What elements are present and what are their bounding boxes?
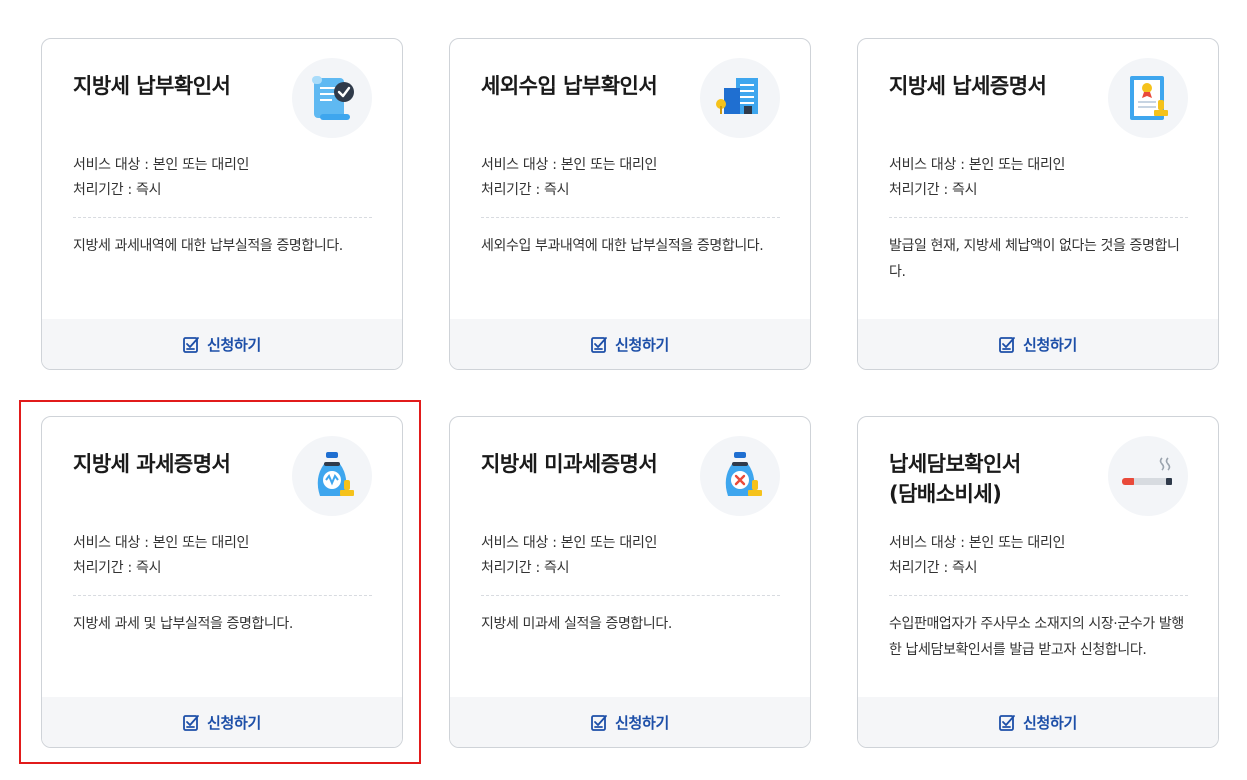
card-title: 지방세 미과세증명서 bbox=[481, 452, 658, 476]
service-card: 지방세 납세증명서 서비스 대상 : 본인 또는 대리인 처리기간 : 즉시 발… bbox=[857, 38, 1219, 370]
apply-button[interactable]: 신청하기 bbox=[42, 319, 402, 369]
processing-period: 처리기간 : 즉시 bbox=[889, 560, 978, 576]
processing-period: 처리기간 : 즉시 bbox=[481, 560, 570, 576]
edit-check-icon bbox=[591, 337, 607, 353]
edit-check-icon bbox=[591, 715, 607, 731]
service-card: 납세담보확인서 (담배소비세) 서비스 대상 : 본인 또는 대리인 처리기간 … bbox=[857, 416, 1219, 748]
card-title: 납세담보확인서 (담배소비세) bbox=[889, 452, 1021, 506]
apply-label: 신청하기 bbox=[614, 335, 669, 354]
apply-label: 신청하기 bbox=[206, 335, 261, 354]
service-target: 서비스 대상 : 본인 또는 대리인 bbox=[73, 157, 250, 173]
card-description: 수입판매업자가 주사무소 소재지의 시장·군수가 발행한 납세담보확인서를 발급… bbox=[889, 616, 1184, 658]
money-bag-x-icon bbox=[700, 436, 780, 516]
edit-check-icon bbox=[183, 337, 199, 353]
divider bbox=[73, 217, 372, 218]
card-description: 세외수입 부과내역에 대한 납부실적을 증명합니다. bbox=[481, 238, 764, 254]
certificate-icon bbox=[1108, 58, 1188, 138]
service-target: 서비스 대상 : 본인 또는 대리인 bbox=[889, 157, 1066, 173]
divider bbox=[481, 217, 780, 218]
apply-label: 신청하기 bbox=[1022, 713, 1077, 732]
service-target: 서비스 대상 : 본인 또는 대리인 bbox=[481, 157, 658, 173]
buildings-icon bbox=[700, 58, 780, 138]
edit-check-icon bbox=[999, 715, 1015, 731]
apply-button[interactable]: 신청하기 bbox=[450, 319, 810, 369]
apply-button[interactable]: 신청하기 bbox=[858, 319, 1218, 369]
card-title: 지방세 납세증명서 bbox=[889, 74, 1047, 98]
apply-button[interactable]: 신청하기 bbox=[450, 697, 810, 747]
divider bbox=[889, 595, 1188, 596]
apply-label: 신청하기 bbox=[614, 713, 669, 732]
service-card: 지방세 미과세증명서 서비스 대상 : 본인 또는 대리인 처리기간 : 즉시 … bbox=[449, 416, 811, 748]
divider bbox=[889, 217, 1188, 218]
card-description: 발급일 현재, 지방세 체납액이 없다는 것을 증명합니다. bbox=[889, 238, 1180, 280]
cigarette-icon bbox=[1108, 436, 1188, 516]
service-card: 지방세 납부확인서 서비스 대상 : 본인 또는 대리인 처리기간 : 즉시 지… bbox=[41, 38, 403, 370]
edit-check-icon bbox=[999, 337, 1015, 353]
card-description: 지방세 과세내역에 대한 납부실적을 증명합니다. bbox=[73, 238, 343, 254]
divider bbox=[481, 595, 780, 596]
card-title: 지방세 납부확인서 bbox=[73, 74, 231, 98]
scroll-check-icon bbox=[292, 58, 372, 138]
processing-period: 처리기간 : 즉시 bbox=[889, 182, 978, 198]
selection-highlight bbox=[19, 400, 421, 764]
service-target: 서비스 대상 : 본인 또는 대리인 bbox=[889, 535, 1066, 551]
apply-label: 신청하기 bbox=[1022, 335, 1077, 354]
service-card: 세외수입 납부확인서 서비스 대상 : 본인 또는 대리인 처리기간 : 즉시 … bbox=[449, 38, 811, 370]
processing-period: 처리기간 : 즉시 bbox=[481, 182, 570, 198]
card-title: 세외수입 납부확인서 bbox=[481, 74, 658, 98]
card-description: 지방세 미과세 실적을 증명합니다. bbox=[481, 616, 672, 632]
service-target: 서비스 대상 : 본인 또는 대리인 bbox=[481, 535, 658, 551]
apply-button[interactable]: 신청하기 bbox=[858, 697, 1218, 747]
processing-period: 처리기간 : 즉시 bbox=[73, 182, 162, 198]
